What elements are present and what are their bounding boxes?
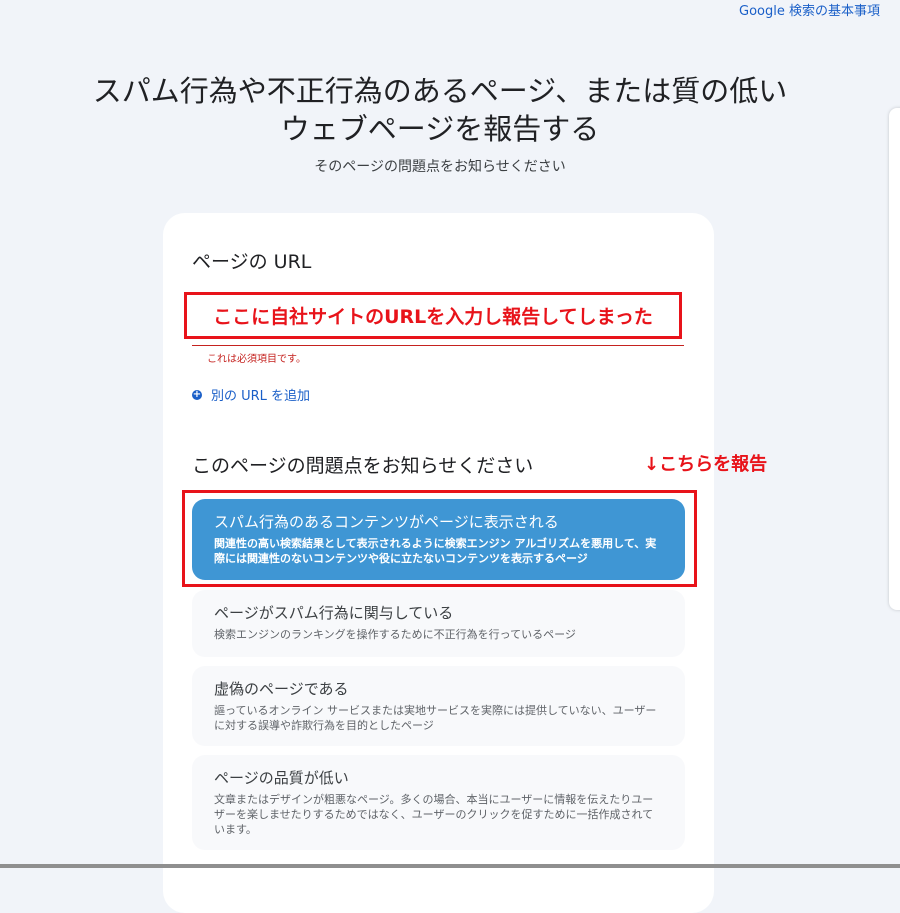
annotation-url-text: ここに自社サイトのURLを入力し報告してしまった xyxy=(213,306,653,328)
plus-circle-icon: + xyxy=(192,388,202,400)
annotation-option-text: ↓こちらを報告 xyxy=(644,454,768,475)
side-panel xyxy=(889,108,900,610)
option-title: ページがスパム行為に関与している xyxy=(214,604,454,622)
page-title: スパム行為や不正行為のあるページ、または質の低いウェブページを報告する xyxy=(92,74,788,146)
add-url-button[interactable]: + 別の URL を追加 xyxy=(192,385,310,404)
annotation-url-callout: ここに自社サイトのURLを入力し報告してしまった xyxy=(184,292,682,339)
option-fraudulent-page[interactable]: 虚偽のページである 謳っているオンライン サービスまたは実地サービスを実際には提… xyxy=(192,666,685,746)
option-description: 検索エンジンのランキングを操作するために不正行為を行っているページ xyxy=(214,628,576,641)
url-input-underline[interactable] xyxy=(192,345,684,346)
add-url-label: 別の URL を追加 xyxy=(211,389,311,404)
page-subtitle: そのページの問題点をお知らせください xyxy=(314,159,566,175)
option-spam-involvement[interactable]: ページがスパム行為に関与している 検索エンジンのランキングを操作するために不正行… xyxy=(192,590,685,657)
help-link[interactable]: Google 検索の基本事項 xyxy=(739,0,880,19)
bottom-scrollbar xyxy=(0,864,900,868)
option-title: 虚偽のページである xyxy=(214,680,349,698)
url-section-heading: ページの URL xyxy=(192,251,312,273)
option-description: 文章またはデザインが粗悪なページ。多くの場合、本当にユーザーに情報を伝えたりユー… xyxy=(214,793,654,836)
issue-section-heading: このページの問題点をお知らせください xyxy=(192,455,534,477)
url-error-message: これは必須項目です。 xyxy=(207,354,306,365)
option-title: ページの品質が低い xyxy=(214,769,349,787)
option-description: 謳っているオンライン サービスまたは実地サービスを実際には提供していない、ユーザ… xyxy=(214,704,657,732)
option-low-quality[interactable]: ページの品質が低い 文章またはデザインが粗悪なページ。多くの場合、本当にユーザー… xyxy=(192,755,685,850)
annotation-option-highlight xyxy=(182,490,697,587)
